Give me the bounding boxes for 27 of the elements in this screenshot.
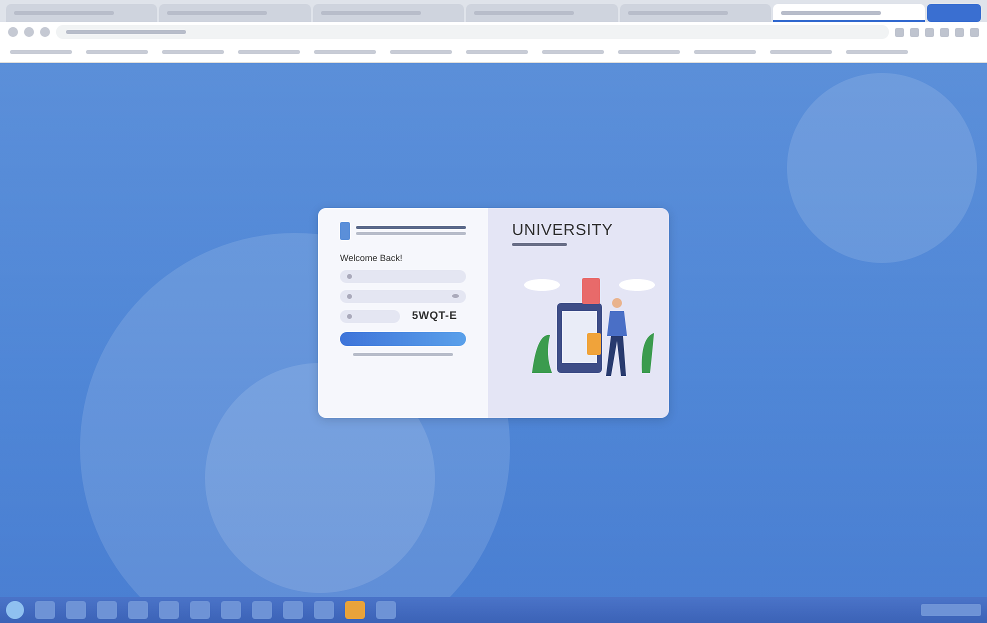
taskbar-app-icon[interactable] <box>283 601 303 619</box>
taskbar-app-icon[interactable] <box>221 601 241 619</box>
back-icon[interactable] <box>8 27 18 37</box>
taskbar-app-icon[interactable] <box>190 601 210 619</box>
forward-icon[interactable] <box>24 27 34 37</box>
password-field[interactable] <box>340 290 466 302</box>
taskbar-app-icon[interactable] <box>345 601 365 619</box>
system-tray <box>921 604 981 616</box>
taskbar-app-icon[interactable] <box>66 601 86 619</box>
reload-icon[interactable] <box>40 27 50 37</box>
browser-tab[interactable] <box>773 4 925 22</box>
login-button[interactable] <box>340 332 466 346</box>
new-tab-button[interactable] <box>926 4 981 22</box>
username-field[interactable] <box>340 270 466 282</box>
taskbar-app-icon[interactable] <box>314 601 334 619</box>
taskbar-app-icon[interactable] <box>35 601 55 619</box>
taskbar-app-icon[interactable] <box>252 601 272 619</box>
welcome-heading: Welcome Back! <box>340 252 404 262</box>
captcha-field[interactable] <box>340 310 400 322</box>
portal-title: UNIVERSITY <box>512 222 614 240</box>
taskbar-app-icon[interactable] <box>159 601 179 619</box>
taskbar-app-icon[interactable] <box>128 601 148 619</box>
taskbar-app-icon[interactable] <box>97 601 117 619</box>
university-logo-icon <box>340 222 350 240</box>
captcha-text: 5WQT-E <box>412 310 458 322</box>
taskbar-app-icon[interactable] <box>376 601 396 619</box>
start-button[interactable] <box>6 601 24 619</box>
